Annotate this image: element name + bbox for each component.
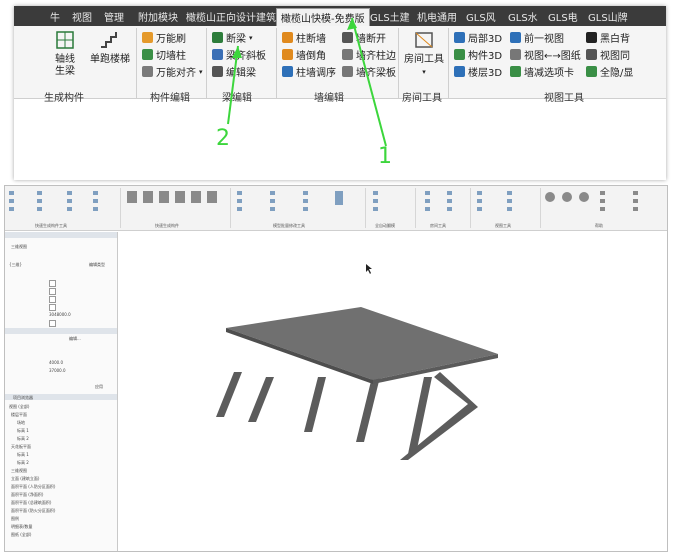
tree-item[interactable]: 场地: [17, 420, 61, 428]
tree-item[interactable]: 三维视图: [11, 468, 55, 476]
tree-item[interactable]: 天花板平面: [11, 444, 55, 452]
mouse-cursor-icon: [366, 264, 372, 274]
checkbox[interactable]: [49, 296, 56, 303]
mini-group-label: 房间工具: [430, 223, 446, 228]
annotation-label-2: 2: [216, 126, 230, 151]
tree-item[interactable]: 标高 1: [17, 428, 61, 436]
beams: [216, 372, 478, 460]
revit-window: 快速生成构件工具 快速生成构件 模型批量修改工具 全自动翻模 房间工具 视图工具…: [4, 185, 668, 552]
view-type-label: 三维视图: [11, 244, 27, 249]
tree-item[interactable]: 楼层平面: [11, 412, 55, 420]
property-value[interactable]: 4000.0: [49, 360, 63, 365]
tree-item[interactable]: 面积平面 (人防分区面积): [11, 484, 55, 492]
tree-item[interactable]: 面积平面 (总建筑面积): [11, 500, 55, 508]
checkbox[interactable]: [49, 320, 56, 327]
checkbox[interactable]: [49, 288, 56, 295]
tree-item[interactable]: 面积平面 (净面积): [11, 492, 55, 500]
annotation-label-1: 1: [378, 144, 392, 169]
mini-group-label: 全自动翻模: [375, 223, 395, 228]
properties-header: [5, 232, 117, 238]
arrow-1-head: [347, 18, 357, 30]
ribbon-zoom-panel: 牛 视图 管理 附加模块 橄榄山正向设计建筑 橄榄山快模-免费版 GLS土建 机…: [14, 6, 666, 180]
project-browser-title: 项目浏览器: [13, 395, 33, 400]
mini-ribbon-icons: [9, 191, 638, 211]
checkbox[interactable]: [49, 304, 56, 311]
edit-type-button[interactable]: 编辑类型: [89, 262, 105, 268]
edit-button[interactable]: 编辑...: [69, 336, 81, 342]
apply-button[interactable]: 应用: [95, 384, 103, 390]
tree-item[interactable]: 图例: [11, 516, 55, 524]
slab-beam-model[interactable]: [118, 232, 667, 551]
mini-group-label: 快速生成构件工具: [35, 223, 67, 228]
project-browser-tree: 视图 (全部) 楼层平面 场地 标高 1 标高 2 天花板平面 标高 1 标高 …: [9, 404, 55, 540]
mini-group-label: 模型批量修改工具: [273, 223, 305, 228]
mini-group-label: 帮助: [595, 223, 603, 228]
tree-item[interactable]: 图纸 (全部): [11, 532, 55, 540]
properties-panel: 三维视图 {三维} 编辑类型 3048000.0 编辑... 4000.0 37…: [5, 232, 118, 551]
property-value[interactable]: 3048000.0: [49, 312, 71, 317]
3d-viewport[interactable]: [118, 232, 667, 551]
arrow-1-line: [351, 17, 387, 147]
tree-item[interactable]: 面积平面 (防火分区面积): [11, 508, 55, 516]
tree-item[interactable]: 立面 (建筑立面): [11, 476, 55, 484]
property-value[interactable]: 37000.0: [49, 368, 66, 373]
tree-item[interactable]: 明细表/数量: [11, 524, 55, 532]
tree-item[interactable]: 标高 1: [17, 452, 61, 460]
tree-item[interactable]: 标高 2: [17, 436, 61, 444]
mini-ribbon: 快速生成构件工具 快速生成构件 模型批量修改工具 全自动翻模 房间工具 视图工具…: [5, 186, 667, 231]
checkbox[interactable]: [49, 280, 56, 287]
annotation-arrows: [227, 17, 387, 147]
type-selector[interactable]: {三维}: [9, 262, 22, 268]
properties-section-header: [5, 328, 117, 334]
mini-group-label: 快速生成构件: [155, 223, 179, 228]
tree-item[interactable]: 视图 (全部): [9, 404, 53, 412]
tree-item[interactable]: 标高 2: [17, 460, 61, 468]
mini-group-label: 视图工具: [495, 223, 511, 228]
